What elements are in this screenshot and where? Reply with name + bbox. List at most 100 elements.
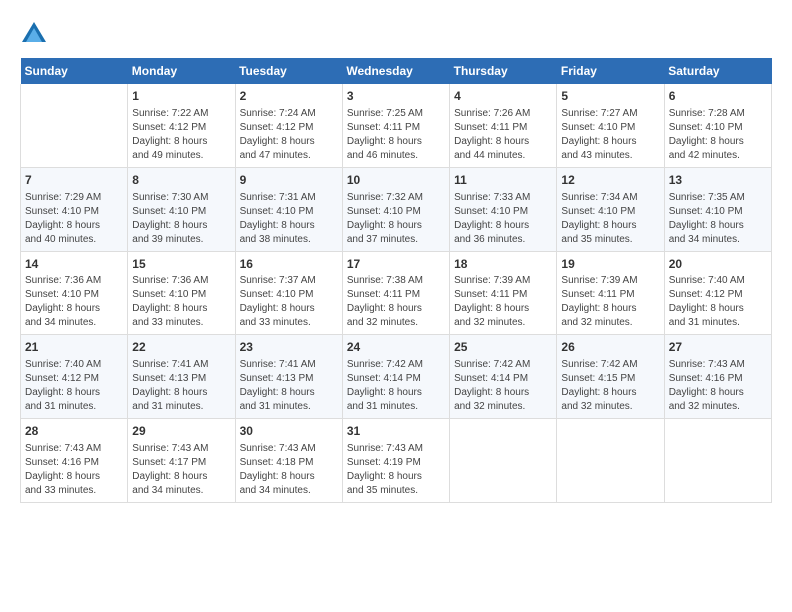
cell-content: Sunrise: 7:36 AM Sunset: 4:10 PM Dayligh… (132, 274, 230, 330)
day-number: 2 (240, 88, 338, 105)
cell-content: Sunrise: 7:36 AM Sunset: 4:10 PM Dayligh… (25, 274, 123, 330)
cell-content: Sunrise: 7:39 AM Sunset: 4:11 PM Dayligh… (454, 274, 552, 330)
day-number: 28 (25, 423, 123, 440)
cell-content: Sunrise: 7:42 AM Sunset: 4:14 PM Dayligh… (454, 358, 552, 414)
day-number: 20 (669, 256, 767, 273)
calendar-cell: 4Sunrise: 7:26 AM Sunset: 4:11 PM Daylig… (450, 84, 557, 167)
column-header-thursday: Thursday (450, 58, 557, 84)
calendar-cell: 1 Sunrise: 7:22 AM Sunset: 4:12 PM Daylig… (128, 84, 235, 167)
cell-content: Sunrise: 7:42 AM Sunset: 4:14 PM Dayligh… (347, 358, 445, 414)
cell-content: Sunrise: 7:37 AM Sunset: 4:10 PM Dayligh… (240, 274, 338, 330)
day-number: 25 (454, 339, 552, 356)
logo (20, 20, 52, 48)
week-row-3: 14Sunrise: 7:36 AM Sunset: 4:10 PM Dayli… (21, 251, 772, 335)
calendar-cell: 6 Sunrise: 7:28 AM Sunset: 4:10 PM Daylig… (664, 84, 771, 167)
day-number: 26 (561, 339, 659, 356)
cell-content: Sunrise: 7:43 AM Sunset: 4:16 PM Dayligh… (669, 358, 767, 414)
cell-content: Sunrise: 7:43 AM Sunset: 4:16 PM Dayligh… (25, 442, 123, 498)
cell-content: Sunrise: 7:29 AM Sunset: 4:10 PM Dayligh… (25, 191, 123, 247)
column-header-tuesday: Tuesday (235, 58, 342, 84)
cell-content: Sunrise: 7:43 AM Sunset: 4:18 PM Dayligh… (240, 442, 338, 498)
calendar-cell: 24 Sunrise: 7:42 AM Sunset: 4:14 PM Dayli… (342, 335, 449, 419)
day-number: 7 (25, 172, 123, 189)
calendar-cell: 15Sunrise: 7:36 AM Sunset: 4:10 PM Dayli… (128, 251, 235, 335)
calendar-cell: 3 Sunrise: 7:25 AM Sunset: 4:11 PM Daylig… (342, 84, 449, 167)
cell-content: Sunrise: 7:33 AM Sunset: 4:10 PM Dayligh… (454, 191, 552, 247)
cell-content: Sunrise: 7:28 AM Sunset: 4:10 PM Dayligh… (669, 107, 767, 163)
cell-content: Sunrise: 7:35 AM Sunset: 4:10 PM Dayligh… (669, 191, 767, 247)
calendar-cell: 30 Sunrise: 7:43 AM Sunset: 4:18 PM Dayli… (235, 419, 342, 503)
day-number: 16 (240, 256, 338, 273)
cell-content: Sunrise: 7:38 AM Sunset: 4:11 PM Dayligh… (347, 274, 445, 330)
calendar-header-row: SundayMondayTuesdayWednesdayThursdayFrid… (21, 58, 772, 84)
calendar-cell: 17Sunrise: 7:38 AM Sunset: 4:11 PM Dayli… (342, 251, 449, 335)
calendar-cell (557, 419, 664, 503)
calendar-cell (21, 84, 128, 167)
cell-content: Sunrise: 7:42 AM Sunset: 4:15 PM Dayligh… (561, 358, 659, 414)
cell-content: Sunrise: 7:27 AM Sunset: 4:10 PM Dayligh… (561, 107, 659, 163)
calendar-cell: 19Sunrise: 7:39 AM Sunset: 4:11 PM Dayli… (557, 251, 664, 335)
day-number: 5 (561, 88, 659, 105)
column-header-friday: Friday (557, 58, 664, 84)
calendar-cell: 8 Sunrise: 7:30 AM Sunset: 4:10 PM Daylig… (128, 167, 235, 251)
calendar-cell: 21Sunrise: 7:40 AM Sunset: 4:12 PM Dayli… (21, 335, 128, 419)
day-number: 29 (132, 423, 230, 440)
day-number: 15 (132, 256, 230, 273)
column-header-saturday: Saturday (664, 58, 771, 84)
day-number: 13 (669, 172, 767, 189)
calendar-cell: 28 Sunrise: 7:43 AM Sunset: 4:16 PM Dayli… (21, 419, 128, 503)
day-number: 31 (347, 423, 445, 440)
logo-icon (20, 20, 48, 48)
calendar-cell: 16Sunrise: 7:37 AM Sunset: 4:10 PM Dayli… (235, 251, 342, 335)
week-row-4: 21Sunrise: 7:40 AM Sunset: 4:12 PM Dayli… (21, 335, 772, 419)
calendar-cell (664, 419, 771, 503)
column-header-sunday: Sunday (21, 58, 128, 84)
cell-content: Sunrise: 7:32 AM Sunset: 4:10 PM Dayligh… (347, 191, 445, 247)
day-number: 22 (132, 339, 230, 356)
calendar-cell: 29 Sunrise: 7:43 AM Sunset: 4:17 PM Dayli… (128, 419, 235, 503)
calendar-cell: 5 Sunrise: 7:27 AM Sunset: 4:10 PM Daylig… (557, 84, 664, 167)
cell-content: Sunrise: 7:25 AM Sunset: 4:11 PM Dayligh… (347, 107, 445, 163)
day-number: 3 (347, 88, 445, 105)
calendar-cell: 26 Sunrise: 7:42 AM Sunset: 4:15 PM Dayli… (557, 335, 664, 419)
calendar-cell: 25 Sunrise: 7:42 AM Sunset: 4:14 PM Dayli… (450, 335, 557, 419)
day-number: 30 (240, 423, 338, 440)
day-number: 14 (25, 256, 123, 273)
calendar-cell: 2 Sunrise: 7:24 AM Sunset: 4:12 PM Daylig… (235, 84, 342, 167)
cell-content: Sunrise: 7:24 AM Sunset: 4:12 PM Dayligh… (240, 107, 338, 163)
calendar-cell (450, 419, 557, 503)
cell-content: Sunrise: 7:41 AM Sunset: 4:13 PM Dayligh… (132, 358, 230, 414)
calendar-cell: 13 Sunrise: 7:35 AM Sunset: 4:10 PM Dayli… (664, 167, 771, 251)
column-header-wednesday: Wednesday (342, 58, 449, 84)
cell-content: Sunrise: 7:22 AM Sunset: 4:12 PM Dayligh… (132, 107, 230, 163)
calendar-cell: 22 Sunrise: 7:41 AM Sunset: 4:13 PM Dayli… (128, 335, 235, 419)
calendar-table: SundayMondayTuesdayWednesdayThursdayFrid… (20, 58, 772, 503)
calendar-cell: 9Sunrise: 7:31 AM Sunset: 4:10 PM Daylig… (235, 167, 342, 251)
calendar-cell: 10 Sunrise: 7:32 AM Sunset: 4:10 PM Dayli… (342, 167, 449, 251)
day-number: 10 (347, 172, 445, 189)
week-row-5: 28 Sunrise: 7:43 AM Sunset: 4:16 PM Dayli… (21, 419, 772, 503)
cell-content: Sunrise: 7:43 AM Sunset: 4:17 PM Dayligh… (132, 442, 230, 498)
day-number: 23 (240, 339, 338, 356)
day-number: 4 (454, 88, 552, 105)
day-number: 12 (561, 172, 659, 189)
day-number: 18 (454, 256, 552, 273)
calendar-cell: 18Sunrise: 7:39 AM Sunset: 4:11 PM Dayli… (450, 251, 557, 335)
cell-content: Sunrise: 7:31 AM Sunset: 4:10 PM Dayligh… (240, 191, 338, 247)
day-number: 8 (132, 172, 230, 189)
day-number: 1 (132, 88, 230, 105)
day-number: 6 (669, 88, 767, 105)
week-row-2: 7 Sunrise: 7:29 AM Sunset: 4:10 PM Daylig… (21, 167, 772, 251)
column-header-monday: Monday (128, 58, 235, 84)
calendar-cell: 20Sunrise: 7:40 AM Sunset: 4:12 PM Dayli… (664, 251, 771, 335)
day-number: 17 (347, 256, 445, 273)
cell-content: Sunrise: 7:30 AM Sunset: 4:10 PM Dayligh… (132, 191, 230, 247)
cell-content: Sunrise: 7:40 AM Sunset: 4:12 PM Dayligh… (25, 358, 123, 414)
calendar-cell: 31 Sunrise: 7:43 AM Sunset: 4:19 PM Dayli… (342, 419, 449, 503)
calendar-cell: 7 Sunrise: 7:29 AM Sunset: 4:10 PM Daylig… (21, 167, 128, 251)
cell-content: Sunrise: 7:43 AM Sunset: 4:19 PM Dayligh… (347, 442, 445, 498)
calendar-cell: 12Sunrise: 7:34 AM Sunset: 4:10 PM Dayli… (557, 167, 664, 251)
calendar-cell: 14Sunrise: 7:36 AM Sunset: 4:10 PM Dayli… (21, 251, 128, 335)
calendar-cell: 23Sunrise: 7:41 AM Sunset: 4:13 PM Dayli… (235, 335, 342, 419)
day-number: 24 (347, 339, 445, 356)
